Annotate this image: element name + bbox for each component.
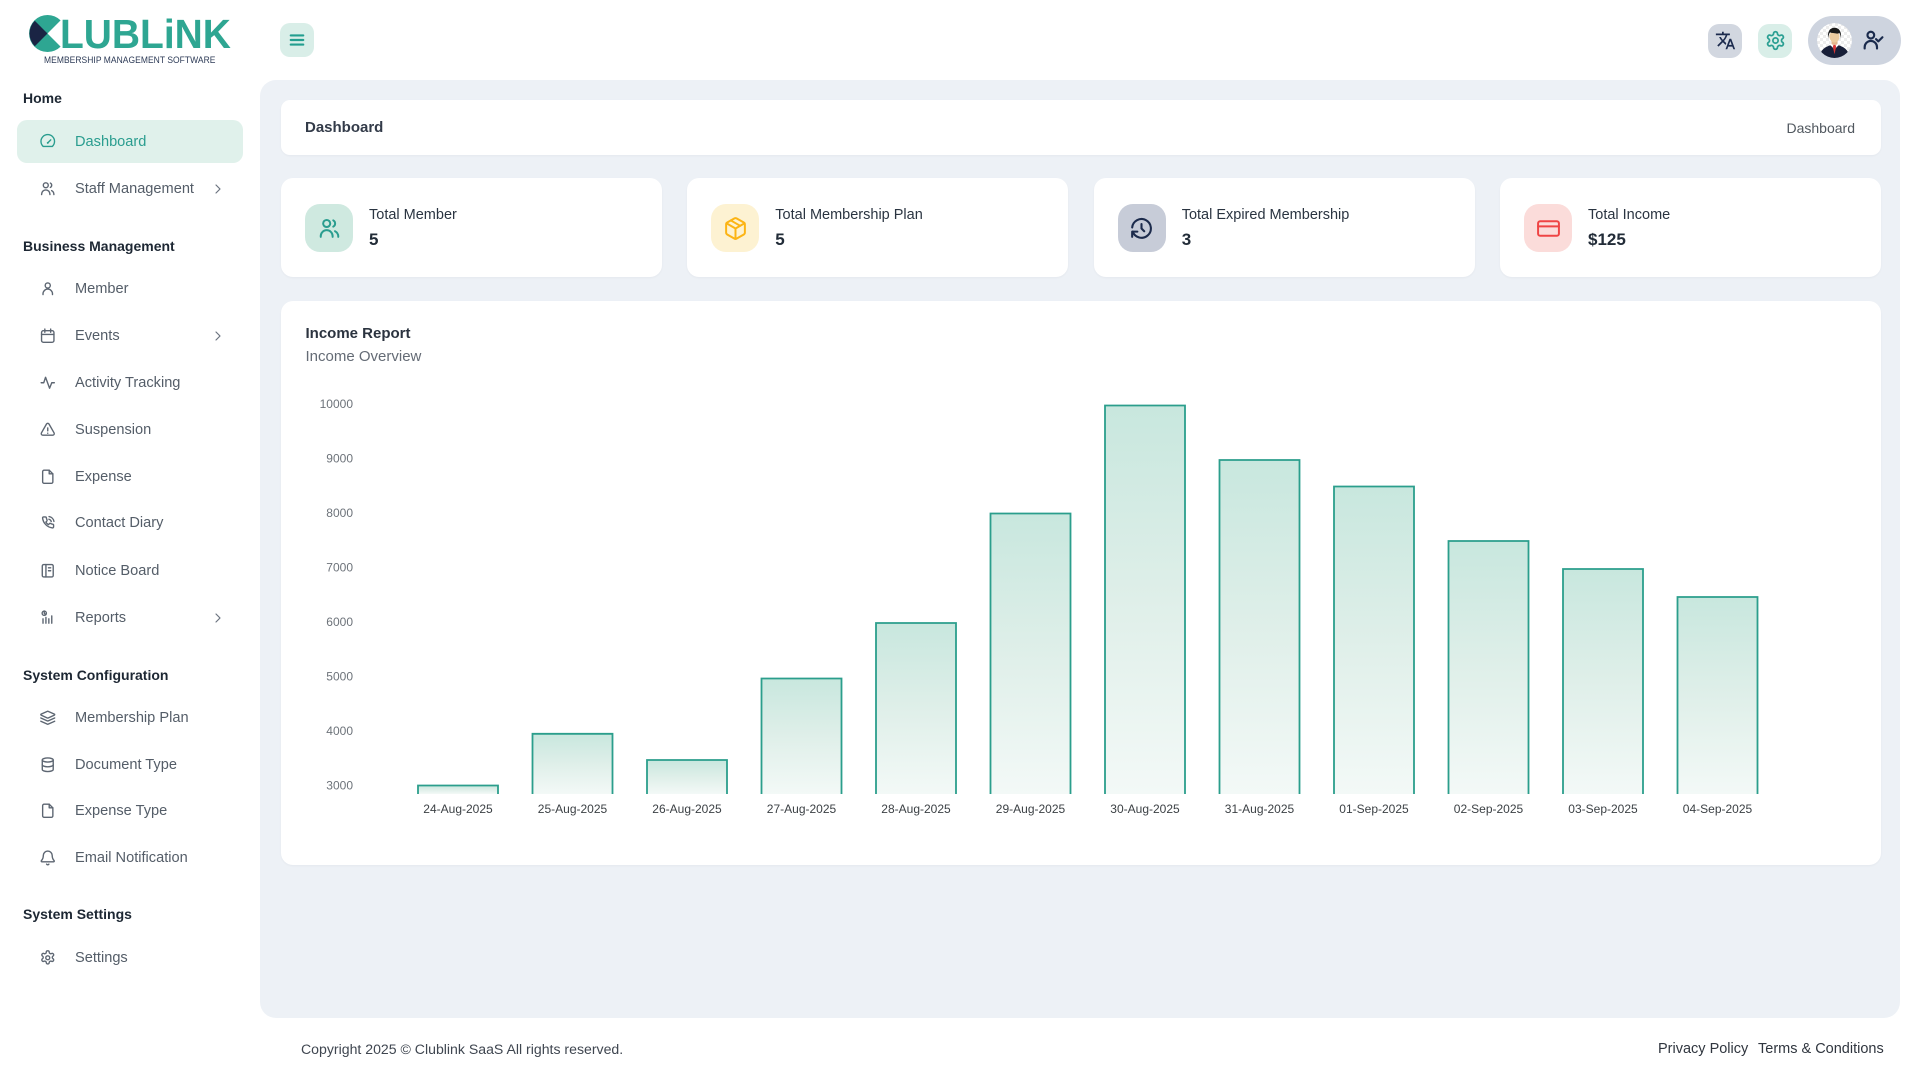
svg-text:03-Sep-2025: 03-Sep-2025 bbox=[1568, 802, 1638, 816]
svg-text:3000: 3000 bbox=[326, 779, 353, 793]
svg-text:04-Sep-2025: 04-Sep-2025 bbox=[1683, 802, 1753, 816]
svg-text:7000: 7000 bbox=[326, 561, 353, 575]
svg-text:26-Aug-2025: 26-Aug-2025 bbox=[652, 802, 722, 816]
svg-text:24-Aug-2025: 24-Aug-2025 bbox=[423, 802, 493, 816]
svg-text:28-Aug-2025: 28-Aug-2025 bbox=[881, 802, 951, 816]
svg-text:31-Aug-2025: 31-Aug-2025 bbox=[1225, 802, 1295, 816]
svg-text:6000: 6000 bbox=[326, 615, 353, 629]
svg-text:27-Aug-2025: 27-Aug-2025 bbox=[767, 802, 837, 816]
svg-text:8000: 8000 bbox=[326, 506, 353, 520]
svg-text:29-Aug-2025: 29-Aug-2025 bbox=[996, 802, 1066, 816]
svg-text:4000: 4000 bbox=[326, 724, 353, 738]
svg-text:01-Sep-2025: 01-Sep-2025 bbox=[1339, 802, 1409, 816]
svg-text:10000: 10000 bbox=[320, 397, 354, 411]
svg-text:02-Sep-2025: 02-Sep-2025 bbox=[1454, 802, 1524, 816]
svg-text:5000: 5000 bbox=[326, 670, 353, 684]
svg-text:25-Aug-2025: 25-Aug-2025 bbox=[538, 802, 608, 816]
svg-text:9000: 9000 bbox=[326, 452, 353, 466]
svg-text:30-Aug-2025: 30-Aug-2025 bbox=[1110, 802, 1180, 816]
